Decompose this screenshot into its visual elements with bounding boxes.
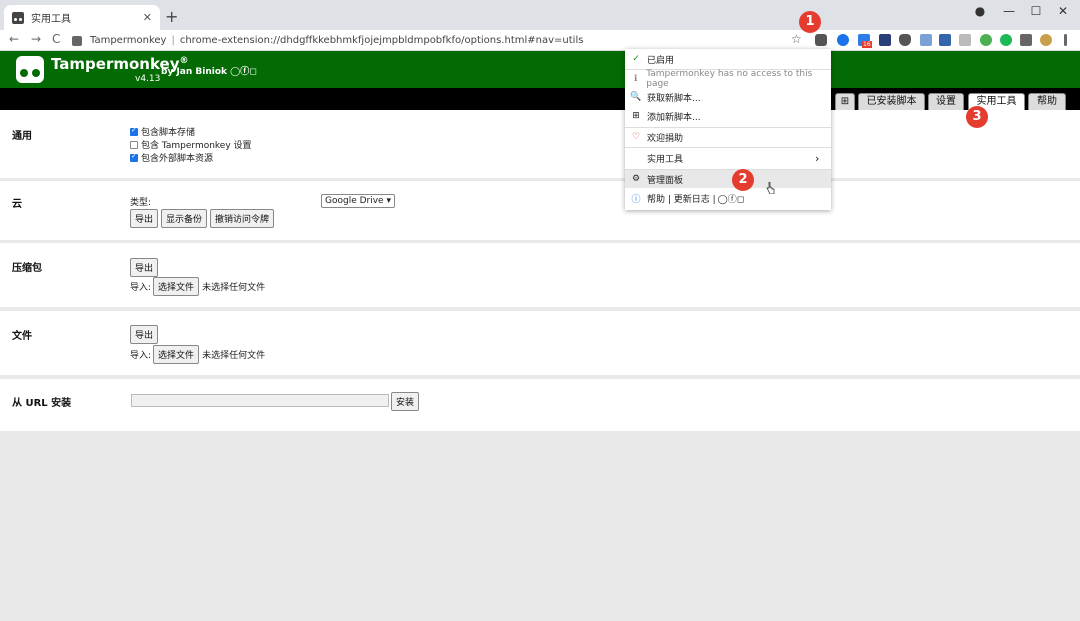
forward-button[interactable]: → — [31, 32, 41, 46]
chrome-menu-icon[interactable] — [1064, 34, 1067, 46]
url-path: chrome-extension://dhdgffkkebhmkfjojejmp… — [179, 35, 584, 46]
search-icon: 🔍 — [630, 92, 642, 102]
close-window-button[interactable]: ✕ — [1053, 4, 1073, 18]
menu-item-add-script[interactable]: ⊞ 添加新脚本... — [625, 107, 831, 125]
menu-item-enabled[interactable]: ✓ 已启用 — [625, 50, 831, 68]
maximize-button[interactable]: ☐ — [1026, 4, 1046, 18]
cloud-type-label: 类型: — [130, 198, 152, 208]
tab-new-script[interactable]: ⊞ — [835, 93, 855, 110]
new-tab-button[interactable]: + — [165, 7, 178, 26]
extension-google-icon[interactable] — [837, 34, 849, 46]
menu-item-utilities[interactable]: 实用工具 › — [625, 149, 831, 167]
option-external-resources[interactable]: 包含外部脚本资源 — [130, 151, 213, 164]
section-title: 从 URL 安装 — [12, 398, 72, 409]
zip-choose-file-button[interactable]: 选择文件 — [153, 277, 200, 296]
cloud-type-select[interactable]: Google Drive ▾ — [321, 194, 395, 208]
minimize-button[interactable]: — — [999, 4, 1019, 18]
gear-icon: ⚙ — [631, 174, 641, 184]
info-icon: ℹ — [633, 74, 638, 84]
bookmark-star-icon[interactable]: ☆ — [791, 32, 802, 46]
browser-tabstrip: 实用工具 ✕ + ● — ☐ ✕ — [0, 0, 1080, 30]
menu-item-dashboard[interactable]: ⚙ 管理面板 — [625, 170, 831, 188]
annotation-badge-3: 3 — [966, 106, 988, 128]
show-backup-button[interactable]: 显示备份 — [161, 209, 208, 228]
extension-gray-icon[interactable] — [959, 34, 971, 46]
option-tm-settings[interactable]: 包含 Tampermonkey 设置 — [130, 138, 252, 151]
checkbox[interactable] — [130, 140, 138, 149]
install-url-input[interactable] — [131, 394, 389, 407]
annotation-badge-2: 2 — [732, 169, 754, 191]
url-separator: | — [171, 35, 175, 46]
section-title: 云 — [12, 199, 22, 210]
profile-avatar-icon[interactable] — [1040, 34, 1052, 46]
file-import-row: 导入: 选择文件 未选择任何文件 — [130, 345, 265, 364]
zip-import-row: 导入: 选择文件 未选择任何文件 — [130, 277, 265, 296]
heart-icon: ♡ — [631, 132, 641, 142]
extension-check-icon[interactable] — [980, 34, 992, 46]
option-script-storage[interactable]: 包含脚本存储 — [130, 125, 195, 138]
file-export-row: 导出 — [130, 325, 161, 344]
extension-ia-icon[interactable] — [939, 34, 951, 46]
tampermonkey-logo-icon — [16, 56, 44, 83]
menu-item-help[interactable]: ⓘ 帮助 | 更新日志 | ◯ⓕ◻ — [625, 189, 831, 207]
help-icon: ⓘ — [631, 194, 641, 205]
cloud-export-button[interactable]: 导出 — [130, 209, 159, 228]
menu-item-get-scripts[interactable]: 🔍 获取新脚本... — [625, 88, 831, 106]
section-title: 通用 — [12, 131, 32, 142]
cloud-buttons: 导出 显示备份 撤销访问令牌 — [130, 209, 277, 228]
checkbox[interactable] — [130, 126, 138, 136]
section-zip: 压缩包 导出 导入: 选择文件 未选择任何文件 — [0, 243, 1080, 307]
extension-page-icon — [72, 35, 82, 46]
address-bar[interactable]: Tampermonkey | chrome-extension://dhdgff… — [72, 32, 812, 49]
menu-divider — [625, 147, 831, 148]
hand-cursor-icon — [766, 182, 775, 194]
tampermonkey-favicon-icon — [12, 11, 24, 24]
check-icon: ✓ — [632, 54, 640, 64]
file-no-file-text: 未选择任何文件 — [202, 351, 266, 361]
revoke-token-button[interactable]: 撤销访问令牌 — [210, 209, 275, 228]
reload-button[interactable]: C — [52, 32, 60, 46]
tampermonkey-extension-icon[interactable] — [815, 34, 827, 46]
file-choose-file-button[interactable]: 选择文件 — [153, 345, 200, 364]
section-general: 通用 包含脚本存储 包含 Tampermonkey 设置 包含外部脚本资源 — [0, 110, 1080, 178]
file-export-button[interactable]: 导出 — [130, 325, 159, 344]
zip-export-button[interactable]: 导出 — [130, 258, 159, 277]
social-icons: ◯ⓕ◻ — [230, 67, 257, 77]
annotation-badge-1: 1 — [799, 11, 821, 33]
section-cloud: 云 类型: Google Drive ▾ 导出 显示备份 撤销访问令牌 — [0, 181, 1080, 240]
section-title: 压缩包 — [12, 263, 42, 274]
extension-shield-icon[interactable] — [899, 34, 911, 46]
tab-help[interactable]: 帮助 — [1028, 93, 1066, 110]
url-site: Tampermonkey — [90, 35, 167, 46]
tm-header: Tampermonkey® by Jan Biniok ◯ⓕ◻ v4.13 — [0, 51, 1080, 88]
checkbox[interactable] — [130, 152, 138, 162]
browser-tab-utilities[interactable]: 实用工具 ✕ — [4, 5, 160, 30]
extension-green-icon[interactable] — [1000, 34, 1012, 46]
chevron-right-icon: › — [815, 151, 820, 165]
tab-close-icon[interactable]: ✕ — [143, 11, 152, 24]
tampermonkey-popup-menu: ✓ 已启用 ℹ Tampermonkey has no access to this… — [625, 49, 831, 210]
back-button[interactable]: ← — [9, 32, 19, 46]
tm-author: by Jan Biniok ◯ⓕ◻ — [161, 67, 257, 77]
zip-no-file-text: 未选择任何文件 — [202, 283, 266, 293]
install-button[interactable]: 安装 — [391, 392, 420, 411]
tab-title: 实用工具 — [31, 14, 71, 25]
extensions-puzzle-icon[interactable] — [1020, 34, 1032, 46]
extension-badge-count: 16 — [862, 41, 872, 48]
extension-cloud-icon[interactable] — [920, 34, 932, 46]
social-icons[interactable]: ◯ⓕ◻ — [718, 192, 745, 205]
browser-toolbar: ← → C Tampermonkey | chrome-extension://… — [0, 30, 1080, 51]
profile-icon[interactable]: ● — [970, 4, 990, 18]
tab-settings[interactable]: 设置 — [928, 93, 964, 110]
menu-item-no-access: ℹ Tampermonkey has no access to this page — [625, 69, 831, 89]
extension-blue-icon[interactable] — [879, 34, 891, 46]
menu-item-donate[interactable]: ♡ 欢迎捐助 — [625, 128, 831, 146]
section-file: 文件 导出 导入: 选择文件 未选择任何文件 — [0, 311, 1080, 375]
add-icon: ⊞ — [632, 111, 640, 121]
zip-export-row: 导出 — [130, 258, 161, 277]
tm-version: v4.13 — [135, 74, 161, 84]
section-title: 文件 — [12, 331, 32, 342]
section-url-install: 从 URL 安装 安装 — [0, 379, 1080, 431]
tab-installed-scripts[interactable]: 已安装脚本 — [858, 93, 925, 110]
